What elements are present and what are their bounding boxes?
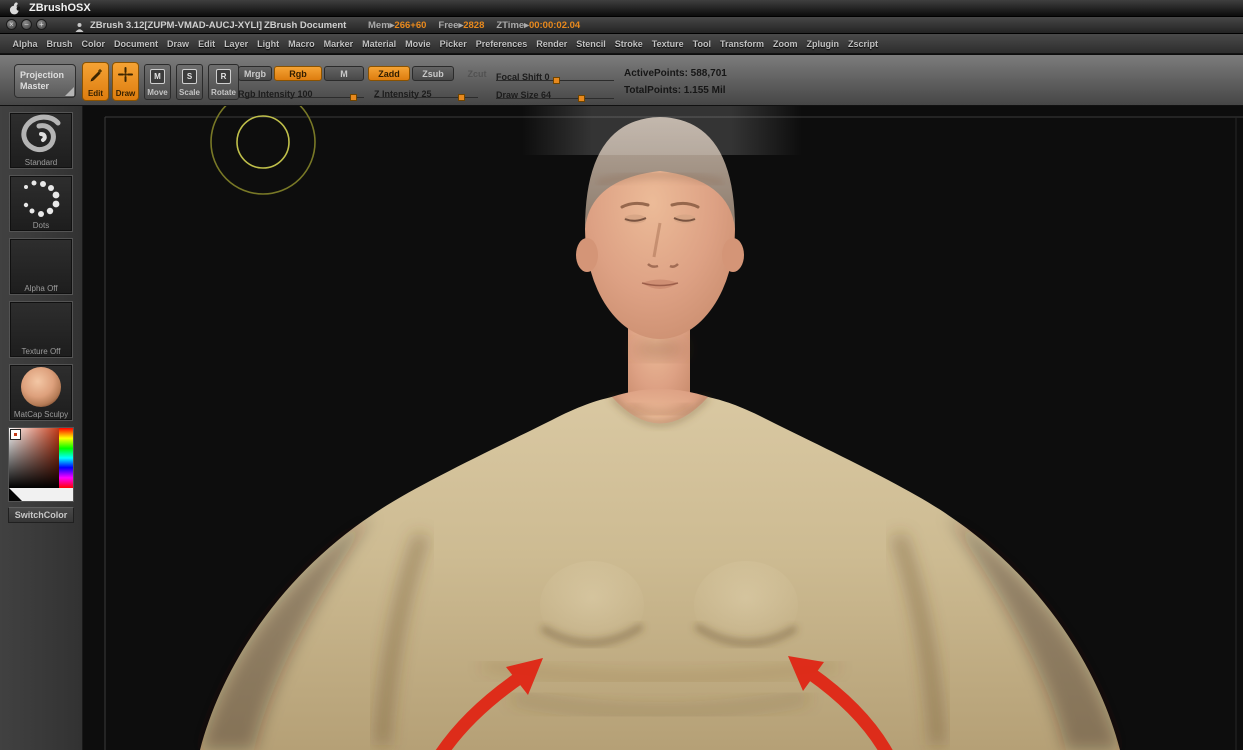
- focal-shift-slider[interactable]: Focal Shift 0: [496, 67, 614, 84]
- switch-color-button[interactable]: SwitchColor: [8, 507, 74, 523]
- apple-menu-icon[interactable]: [9, 1, 20, 15]
- zoom-button[interactable]: +: [36, 19, 47, 30]
- model-figure: [200, 117, 1120, 750]
- shirt: [200, 397, 1120, 750]
- menu-item-alpha[interactable]: Alpha: [8, 39, 42, 49]
- secondary-color-swatch[interactable]: [9, 488, 73, 501]
- menu-item-picker[interactable]: Picker: [435, 39, 471, 49]
- translucent-band: [522, 105, 802, 155]
- mem-stat: Mem▸266+60: [368, 20, 427, 31]
- m-button[interactable]: M: [324, 66, 364, 81]
- menu-item-transform[interactable]: Transform: [715, 39, 768, 49]
- menu-item-zscript[interactable]: Zscript: [843, 39, 882, 49]
- move-icon: M: [150, 69, 165, 84]
- matcap-sphere-icon: [10, 365, 72, 416]
- top-shelf-toolbar: Projection Master Edit Draw M Move S Sca…: [0, 55, 1243, 106]
- stroke-selector-dots[interactable]: Dots: [9, 175, 73, 232]
- alpha-selector[interactable]: Alpha Off: [9, 238, 73, 295]
- brush-cursor: [210, 105, 316, 195]
- draw-size-slider[interactable]: Draw Size 64: [496, 85, 614, 102]
- menu-bar: Alpha Brush Color Document Draw Edit Lay…: [0, 34, 1243, 54]
- menu-item-stencil[interactable]: Stencil: [572, 39, 611, 49]
- menu-item-stroke[interactable]: Stroke: [610, 39, 647, 49]
- menu-item-preferences[interactable]: Preferences: [471, 39, 532, 49]
- menu-item-macro[interactable]: Macro: [284, 39, 320, 49]
- rgb-button[interactable]: Rgb: [274, 66, 322, 81]
- scale-button[interactable]: S Scale: [176, 64, 203, 100]
- left-shelf-sidebar: Standard Dots Alpha Off Texture Off MatC…: [0, 105, 83, 750]
- draw-button[interactable]: Draw: [112, 62, 139, 101]
- close-button[interactable]: ×: [6, 19, 17, 30]
- sculpt-canvas[interactable]: [82, 105, 1243, 750]
- menu-item-draw[interactable]: Draw: [163, 39, 194, 49]
- material-selector-matcap[interactable]: MatCap Sculpy: [9, 364, 73, 421]
- menu-item-material[interactable]: Material: [358, 39, 401, 49]
- menu-item-light[interactable]: Light: [253, 39, 284, 49]
- focal-shift-thumb[interactable]: [553, 77, 560, 84]
- active-points-label: ActivePoints: 588,701: [624, 68, 727, 79]
- projection-master-button[interactable]: Projection Master: [14, 64, 76, 98]
- menu-item-layer[interactable]: Layer: [220, 39, 253, 49]
- document-title: ZBrush Document: [264, 20, 347, 31]
- hue-strip[interactable]: [59, 428, 73, 488]
- ztime-stat: ZTime▸00:00:02.04: [496, 20, 581, 31]
- standard-brush-swirl-icon: [10, 113, 72, 164]
- titlebar: × − + ZBrush 3.12[ZUPM-VMAD-AUCJ-XYLI] Z…: [0, 17, 1243, 34]
- menu-item-tool[interactable]: Tool: [688, 39, 715, 49]
- os-app-name[interactable]: ZBrushOSX: [29, 2, 91, 14]
- total-points-label: TotalPoints: 1.155 Mil: [624, 85, 726, 96]
- rotate-icon: R: [216, 69, 231, 84]
- z-intensity-thumb[interactable]: [458, 94, 465, 101]
- minimize-button[interactable]: −: [21, 19, 32, 30]
- rgb-intensity-slider[interactable]: Rgb Intensity 100: [238, 84, 364, 101]
- move-button[interactable]: M Move: [144, 64, 171, 100]
- stats-readout: Mem▸266+60 Free▸2828 ZTime▸00:00:02.04: [368, 20, 580, 31]
- draw-size-thumb[interactable]: [578, 95, 585, 102]
- menu-item-marker[interactable]: Marker: [319, 39, 358, 49]
- texture-selector[interactable]: Texture Off: [9, 301, 73, 358]
- menu-item-color[interactable]: Color: [77, 39, 110, 49]
- menu-item-movie[interactable]: Movie: [401, 39, 436, 49]
- free-stat: Free▸2828: [438, 20, 485, 31]
- zcut-button[interactable]: Zcut: [456, 66, 498, 81]
- z-intensity-slider[interactable]: Z Intensity 25: [374, 84, 478, 101]
- menu-item-texture[interactable]: Texture: [647, 39, 688, 49]
- draw-crosshair-icon: [118, 67, 133, 87]
- rotate-button[interactable]: R Rotate: [208, 64, 239, 100]
- edit-pencil-icon: [88, 67, 103, 87]
- zbrush-window: ZBrushOSX × − + ZBrush 3.12[ZUPM-VMAD-AU…: [0, 0, 1243, 750]
- scale-icon: S: [182, 69, 197, 84]
- menu-item-brush[interactable]: Brush: [42, 39, 77, 49]
- menu-item-render[interactable]: Render: [532, 39, 572, 49]
- edit-button[interactable]: Edit: [82, 62, 109, 101]
- app-title: ZBrush 3.12[ZUPM-VMAD-AUCJ-XYLI]: [90, 20, 263, 31]
- current-color-swatch[interactable]: [10, 429, 21, 440]
- sculpt-scene: [104, 105, 1243, 750]
- dots-stroke-icon: [10, 176, 72, 227]
- rgb-intensity-thumb[interactable]: [350, 94, 357, 101]
- brush-selector-standard[interactable]: Standard: [9, 112, 73, 169]
- menu-item-document[interactable]: Document: [110, 39, 163, 49]
- menu-item-zoom[interactable]: Zoom: [768, 39, 802, 49]
- color-picker[interactable]: [8, 427, 74, 502]
- zadd-button[interactable]: Zadd: [368, 66, 410, 81]
- mrgb-button[interactable]: Mrgb: [238, 66, 272, 81]
- os-menubar: ZBrushOSX: [0, 0, 1243, 17]
- zsub-button[interactable]: Zsub: [412, 66, 454, 81]
- menu-item-edit[interactable]: Edit: [194, 39, 220, 49]
- menu-item-zplugin[interactable]: Zplugin: [802, 39, 844, 49]
